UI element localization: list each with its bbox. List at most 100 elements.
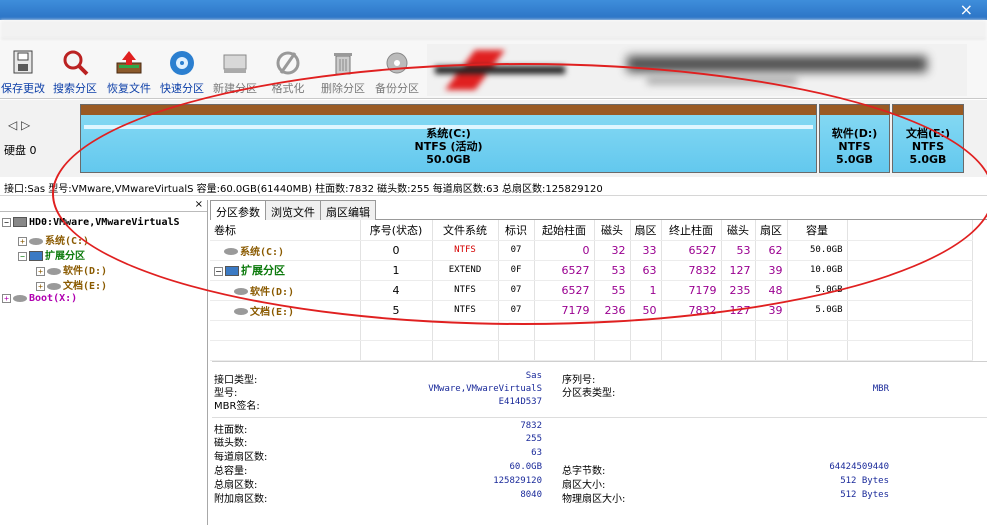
save-changes-button[interactable]: 保存更改 [0,49,48,96]
end-sector-cell: 39 [755,260,788,281]
column-header[interactable]: 磁头 [594,220,631,241]
capacity-cell: 50.0GB [787,240,848,261]
end-cyl-cell: 7832 [661,300,722,321]
drive-icon [13,294,27,302]
delete-partition-button[interactable]: 删除分区 [318,49,368,96]
tree-partition-label: Boot(X:) [29,293,78,304]
tree-partition-c[interactable]: + 系统(C:) [18,232,89,247]
blurred-text [627,56,927,72]
tree-extended-partition[interactable]: − 扩展分区 [18,247,85,262]
end-head-cell: 53 [721,240,756,261]
new-partition-label: 新建分区 [213,82,257,95]
detail-label: 总字节数: [562,466,606,477]
end-sector-cell: 39 [755,300,788,321]
tab-partition-params[interactable]: 分区参数 [210,200,266,220]
detail-value: 125829120 [493,476,542,486]
partition-size: 5.0GB [836,153,873,166]
expand-icon[interactable]: + [36,281,45,291]
tree-partition-e[interactable]: + 文档(E:) [36,277,107,292]
expand-icon[interactable]: + [36,266,45,276]
advertisement-banner[interactable] [427,44,967,96]
save-icon [13,50,33,74]
detail-value: 64424509440 [829,462,889,472]
partition-fs: NTFS (活动) [414,140,483,153]
search-partition-button[interactable]: 搜索分区 [50,49,100,96]
detail-value: VMware,VMwareVirtualS [428,384,542,394]
menu-item[interactable] [109,23,123,36]
tree-disk-node[interactable]: − HD0:VMware,VMwareVirtualS [2,217,180,232]
tree-boot-node[interactable]: + Boot(X:) [2,293,77,308]
new-partition-button[interactable]: 新建分区 [210,49,260,96]
detail-value: 512 Bytes [840,490,889,500]
menu-item[interactable] [8,23,22,36]
volume-cell: 软件(D:) [210,280,361,301]
end-sector-cell: 48 [755,280,788,301]
detail-value: 63 [531,448,542,458]
drive-icon [47,267,61,275]
column-header[interactable]: 序号(状态) [360,220,433,241]
format-button[interactable]: 格式化 [263,49,313,96]
tab-sector-edit[interactable]: 扇区编辑 [320,200,376,220]
partition-block-c[interactable]: 系统(C:) NTFS (活动) 50.0GB [80,104,817,173]
capacity-cell: 10.0GB [787,260,848,281]
detail-value: MBR [872,384,889,394]
tree-close-icon[interactable]: × [0,200,207,212]
quick-partition-button[interactable]: 快速分区 [157,49,207,96]
volume-cell: 系统(C:) [210,240,361,261]
table-row[interactable]: 系统(C:) 0 NTFS 07 0 32 33 6527 53 62 50.0… [210,240,973,261]
table-row[interactable]: − 扩展分区 1 EXTEND 0F 6527 53 63 7832 127 39… [210,260,973,281]
detail-label: 分区表类型: [562,388,616,399]
detail-value: Sas [525,371,542,381]
id-cell: 07 [498,240,535,261]
drive-icon [224,248,238,255]
collapse-icon[interactable]: − [18,251,27,261]
save-changes-label: 保存更改 [1,82,45,95]
start-head-cell: 53 [594,260,631,281]
tree-partition-d[interactable]: + 软件(D:) [36,262,107,277]
disk-tree-panel: × − HD0:VMware,VMwareVirtualS + 系统(C:) − 扩展… [0,200,208,525]
column-header[interactable]: 扇区 [630,220,662,241]
expand-icon[interactable]: + [18,236,27,246]
tab-browse-files[interactable]: 浏览文件 [265,200,321,220]
collapse-icon[interactable]: − [214,266,223,276]
table-row[interactable]: 文档(E:) 5 NTFS 07 7179 236 50 7832 127 39… [210,300,973,321]
detail-label: MBR签名: [214,401,260,412]
partition-size: 5.0GB [909,153,947,166]
id-cell: 07 [498,280,535,301]
disk-nav-arrows[interactable]: ◁ ▷ [8,118,30,132]
hard-disk-icon [13,217,27,227]
restore-files-label: 恢复文件 [107,82,151,95]
backup-partition-button[interactable]: 备份分区 [372,49,422,96]
menu-item[interactable] [42,23,56,36]
detail-value: 255 [525,434,542,444]
start-cyl-cell: 6527 [534,280,595,301]
column-header[interactable]: 终止柱面 [661,220,722,241]
end-cyl-cell: 6527 [661,240,722,261]
volume-label: 软件(D:) [250,286,295,298]
expand-icon[interactable]: + [2,293,11,303]
column-header[interactable]: 扇区 [755,220,788,241]
capacity-cell: 5.0GB [787,300,848,321]
column-header[interactable]: 文件系统 [432,220,499,241]
detail-label: 物理扇区大小: [562,494,626,505]
column-header[interactable]: 标识 [498,220,535,241]
search-partition-label: 搜索分区 [53,82,97,95]
fs-cell: NTFS [432,280,499,301]
detail-label: 总扇区数: [214,480,258,491]
restore-files-button[interactable]: 恢复文件 [104,49,154,96]
partition-block-e[interactable]: 文档(E:) NTFS 5.0GB [892,104,964,173]
column-header[interactable]: 卷标 [210,220,361,241]
column-header[interactable]: 起始柱面 [534,220,595,241]
format-label: 格式化 [271,82,305,95]
menu-item[interactable] [75,23,89,36]
column-header[interactable]: 容量 [787,220,848,241]
collapse-icon[interactable]: − [2,217,11,227]
detail-label: 附加扇区数: [214,494,268,505]
partition-block-d[interactable]: 软件(D:) NTFS 5.0GB [819,104,890,173]
partition-name: 系统(C:) [426,127,471,140]
close-icon[interactable]: × [960,0,973,20]
title-bar: × [0,0,987,20]
column-header[interactable]: 磁头 [721,220,756,241]
partition-fs: NTFS [838,140,871,153]
table-row[interactable]: 软件(D:) 4 NTFS 07 6527 55 1 7179 235 48 5… [210,280,973,301]
